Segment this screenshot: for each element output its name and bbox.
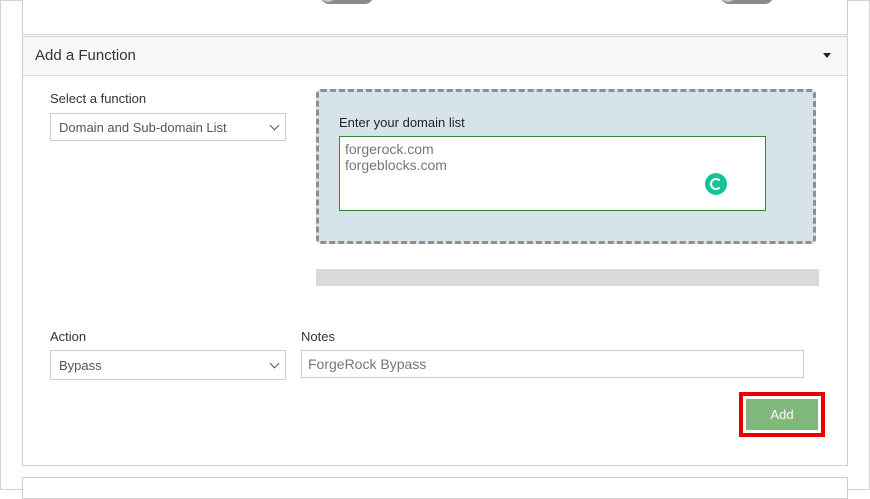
domain-line: forgeblocks.com <box>345 157 447 173</box>
previous-panel <box>22 0 848 35</box>
domain-line: forgerock.com <box>345 141 434 157</box>
caret-down-icon[interactable] <box>823 53 831 58</box>
domain-list-textarea[interactable]: forgerock.com forgeblocks.com <box>339 136 766 211</box>
panel-title: Add a Function <box>35 47 136 64</box>
domain-list-label: Enter your domain list <box>339 115 465 130</box>
grammarly-icon[interactable] <box>705 173 727 195</box>
add-function-panel: Add a Function Select a function Domain … <box>22 36 848 466</box>
add-button-highlight: Add <box>739 392 825 437</box>
add-button[interactable]: Add <box>746 399 818 430</box>
notes-input[interactable]: ForgeRock Bypass <box>301 350 804 378</box>
domain-list-dropzone[interactable]: Enter your domain list forgerock.com for… <box>316 89 816 244</box>
panel-header[interactable]: Add a Function <box>23 37 847 76</box>
action-select-label: Action <box>50 329 87 344</box>
next-panel <box>22 477 848 499</box>
function-select-label: Select a function <box>50 91 147 106</box>
toggle-switch[interactable] <box>321 0 373 4</box>
chevron-down-icon <box>269 358 280 369</box>
notes-label: Notes <box>301 329 335 344</box>
action-select-value: Bypass <box>59 358 102 373</box>
function-select-value: Domain and Sub-domain List <box>59 120 227 135</box>
chevron-down-icon <box>269 120 280 131</box>
progress-bar <box>316 269 819 286</box>
toggle-switch[interactable] <box>721 0 773 4</box>
action-select[interactable]: Bypass <box>50 350 286 380</box>
function-select[interactable]: Domain and Sub-domain List <box>50 113 286 141</box>
